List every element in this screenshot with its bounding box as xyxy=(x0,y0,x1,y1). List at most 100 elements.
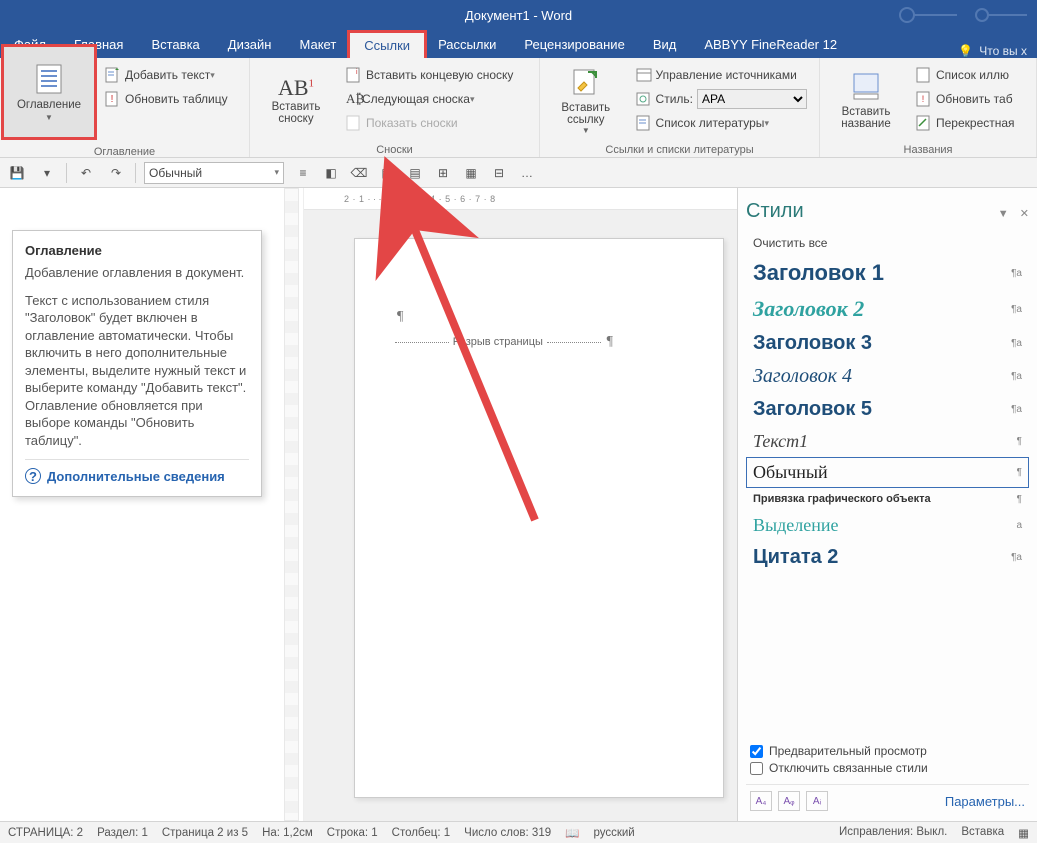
group-footnotes-label: Сноски xyxy=(250,142,539,158)
cross-ref-icon xyxy=(916,115,932,131)
split-icon[interactable]: ⊟ xyxy=(488,162,510,184)
insert-endnote-button[interactable]: i Вставить концевую сноску xyxy=(342,64,517,86)
svg-text:!: ! xyxy=(922,94,925,104)
style-item-5[interactable]: Текст1¶ xyxy=(746,426,1029,457)
style-item-7[interactable]: Привязка графического объекта¶ xyxy=(746,488,1029,510)
group-toc-label: Оглавление xyxy=(0,144,249,160)
format-icon-3[interactable]: ⌫ xyxy=(348,162,370,184)
macro-icon[interactable]: ▦ xyxy=(1018,826,1029,840)
styles-params-link[interactable]: Параметры... xyxy=(945,794,1025,809)
toc-button[interactable]: Оглавление ▼ xyxy=(1,44,97,140)
disable-linked-checkbox[interactable]: Отключить связанные стили xyxy=(750,761,1025,775)
update-figures-button[interactable]: ! Обновить таб xyxy=(912,88,1019,110)
style-item-3[interactable]: Заголовок 4¶a xyxy=(746,360,1029,393)
table2-icon[interactable]: ▤ xyxy=(404,162,426,184)
style-item-4[interactable]: Заголовок 5¶a xyxy=(746,393,1029,426)
cross-reference-button[interactable]: Перекрестная xyxy=(912,112,1019,134)
styles-footer: A₄ Aᵩ Aᵢ Параметры... xyxy=(746,784,1029,817)
manage-sources-button[interactable]: Управление источниками xyxy=(632,64,811,86)
table-icon[interactable]: ▦ xyxy=(376,162,398,184)
update-figures-icon: ! xyxy=(916,91,932,107)
show-footnotes-button[interactable]: Показать сноски xyxy=(342,112,517,134)
undo-icon[interactable]: ↶ xyxy=(75,162,97,184)
insert-caption-button[interactable]: Вставить название xyxy=(824,62,908,138)
status-col[interactable]: Столбец: 1 xyxy=(392,827,451,839)
status-insert[interactable]: Вставка xyxy=(961,826,1004,840)
clear-all[interactable]: Очистить все xyxy=(746,231,1029,255)
citation-style-select[interactable]: APA xyxy=(697,89,807,109)
tooltip-p1: Добавление оглавления в документ. xyxy=(25,264,249,282)
tab-view[interactable]: Вид xyxy=(639,30,691,58)
more-icon[interactable]: … xyxy=(516,162,538,184)
proofing-icon[interactable]: 📖 xyxy=(565,826,579,840)
redo-icon[interactable]: ↷ xyxy=(105,162,127,184)
style-item-6[interactable]: Обычный¶ xyxy=(746,457,1029,488)
insert-citation-button[interactable]: Вставить ссылку ▼ xyxy=(544,62,628,138)
merge-icon[interactable]: ⊞ xyxy=(432,162,454,184)
style-selector[interactable]: Обычный▾ xyxy=(144,162,284,184)
pane-options-icon[interactable]: ▼ xyxy=(998,208,1009,220)
list-figures-button[interactable]: Список иллю xyxy=(912,64,1019,86)
manage-styles-icon[interactable]: Aᵢ xyxy=(806,791,828,811)
vertical-ruler xyxy=(280,188,304,821)
manage-sources-icon xyxy=(636,67,652,83)
tab-design[interactable]: Дизайн xyxy=(214,30,286,58)
tab-references[interactable]: Ссылки xyxy=(347,30,427,58)
style-item-2[interactable]: Заголовок 3¶a xyxy=(746,327,1029,360)
tooltip-title: Оглавление xyxy=(25,243,249,258)
toc-icon xyxy=(33,63,65,95)
tell-me[interactable]: 💡 Что вы х xyxy=(948,44,1037,58)
update-table-button[interactable]: ! Обновить таблицу xyxy=(101,88,232,110)
status-line[interactable]: Строка: 1 xyxy=(327,827,378,839)
grid-icon[interactable]: ▦ xyxy=(460,162,482,184)
style-item-9[interactable]: Цитата 2¶a xyxy=(746,541,1029,574)
group-footnotes: AB1 Вставить сноску i Вставить концевую … xyxy=(250,58,540,157)
citation-style-row: Стиль: APA xyxy=(632,88,811,110)
style-item-1[interactable]: Заголовок 2¶a xyxy=(746,291,1029,327)
status-lang[interactable]: русский xyxy=(593,827,634,839)
new-style-icon[interactable]: A₄ xyxy=(750,791,772,811)
group-captions: Вставить название Список иллю ! Обновить… xyxy=(820,58,1037,157)
style-inspector-icon[interactable]: Aᵩ xyxy=(778,791,800,811)
next-footnote-icon: A₿ xyxy=(346,91,362,107)
group-citations-label: Ссылки и списки литературы xyxy=(540,142,819,158)
citation-icon xyxy=(570,66,602,98)
status-page[interactable]: СТРАНИЦА: 2 xyxy=(8,827,83,839)
status-words[interactable]: Число слов: 319 xyxy=(464,827,551,839)
add-text-icon xyxy=(105,67,121,83)
status-at[interactable]: На: 1,2см xyxy=(262,827,313,839)
styles-pane: Стили ▼ ✕ Очистить все Заголовок 1¶aЗаго… xyxy=(737,188,1037,821)
insert-footnote-button[interactable]: AB1 Вставить сноску xyxy=(254,62,338,138)
preview-checkbox[interactable]: Предварительный просмотр xyxy=(750,744,1025,758)
bibliography-button[interactable]: Список литературы xyxy=(632,112,811,134)
status-track[interactable]: Исправления: Выкл. xyxy=(839,826,947,840)
pane-close-icon[interactable]: ✕ xyxy=(1020,208,1029,220)
list-figures-icon xyxy=(916,67,932,83)
format-icon-1[interactable]: ≡ xyxy=(292,162,314,184)
eraser-icon[interactable]: ◧ xyxy=(320,162,342,184)
next-footnote-button[interactable]: A₿ Следующая сноска xyxy=(342,88,517,110)
tooltip-p2: Текст с использованием стиля "Заголовок"… xyxy=(25,292,249,450)
qat-dropdown-icon[interactable]: ▾ xyxy=(36,162,58,184)
tab-review[interactable]: Рецензирование xyxy=(510,30,638,58)
add-text-button[interactable]: Добавить текст xyxy=(101,64,232,86)
tab-abbyy[interactable]: ABBYY FineReader 12 xyxy=(690,30,851,58)
ab-icon: AB1 xyxy=(278,75,314,101)
group-captions-label: Названия xyxy=(820,142,1036,158)
pilcrow-icon: ¶ xyxy=(397,309,403,325)
quick-access-row: 💾 ▾ ↶ ↷ Обычный▾ ≡ ◧ ⌫ ▦ ▤ ⊞ ▦ ⊟ … xyxy=(0,158,1037,188)
tab-mailings[interactable]: Рассылки xyxy=(424,30,510,58)
title-decoration xyxy=(887,5,1027,28)
save-icon[interactable]: 💾 xyxy=(6,162,28,184)
tab-insert[interactable]: Вставка xyxy=(137,30,213,58)
style-item-8[interactable]: Выделениеa xyxy=(746,510,1029,541)
style-item-0[interactable]: Заголовок 1¶a xyxy=(746,255,1029,291)
status-bar: СТРАНИЦА: 2 Раздел: 1 Страница 2 из 5 На… xyxy=(0,821,1037,843)
group-citations: Вставить ссылку ▼ Управление источниками… xyxy=(540,58,820,157)
tab-layout[interactable]: Макет xyxy=(285,30,350,58)
status-section[interactable]: Раздел: 1 xyxy=(97,827,148,839)
status-page-of[interactable]: Страница 2 из 5 xyxy=(162,827,248,839)
document-page[interactable]: ¶ Разрыв страницы ¶ xyxy=(354,238,724,798)
tooltip-more-link[interactable]: ? Дополнительные сведения xyxy=(25,459,249,484)
bulb-icon: 💡 xyxy=(958,44,973,58)
